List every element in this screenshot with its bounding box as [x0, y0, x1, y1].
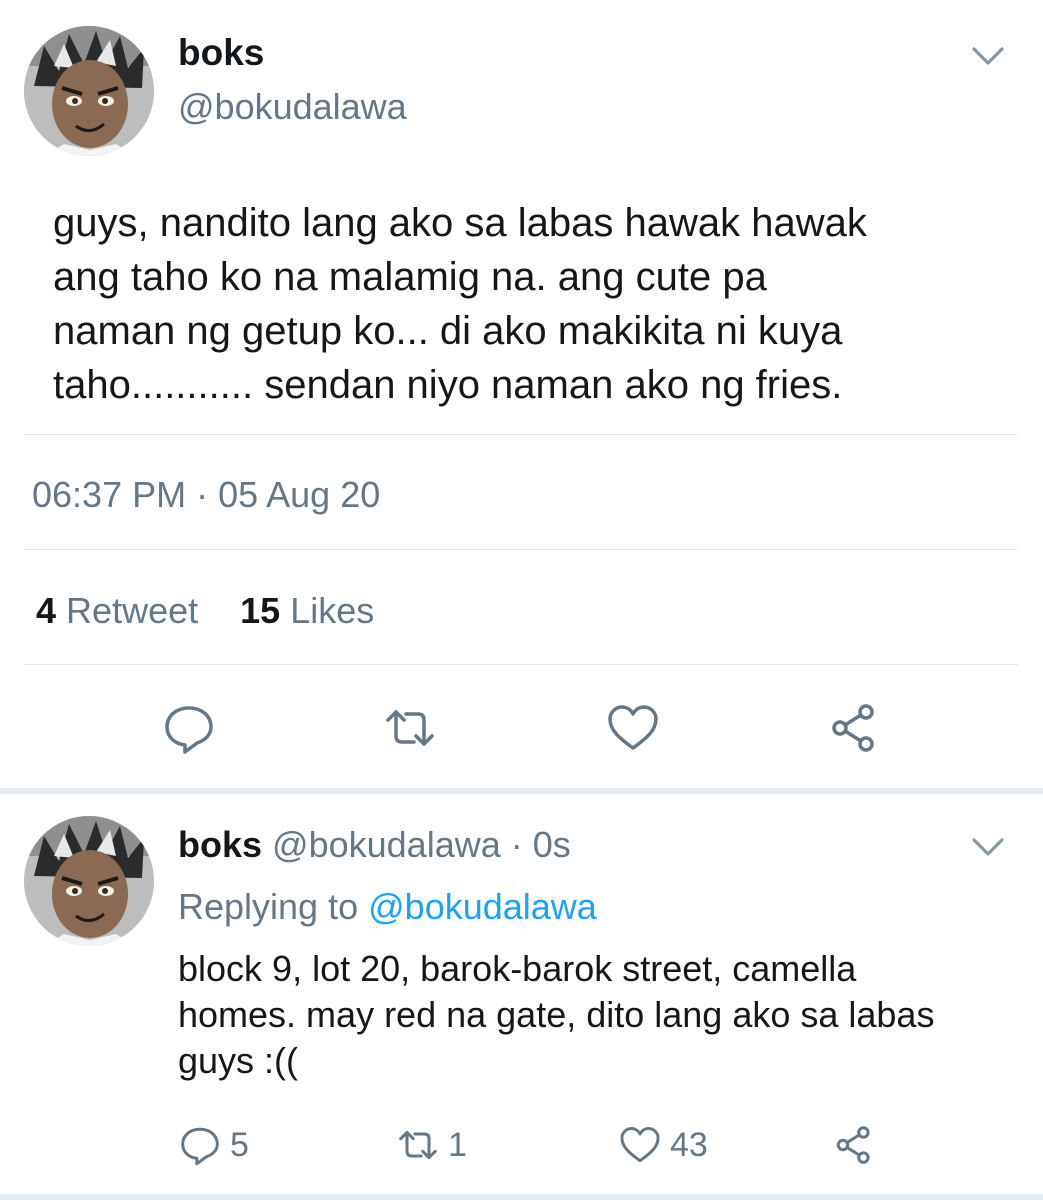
tweet-thread: boks @bokudalawa guys, nandito lang ako … — [0, 0, 1043, 1200]
replying-prefix: Replying to — [178, 886, 359, 927]
retweet-button[interactable] — [382, 700, 438, 756]
divider — [24, 434, 1018, 435]
reply-button[interactable] — [161, 700, 217, 756]
divider — [24, 549, 1018, 550]
reply-icon — [165, 706, 213, 754]
tweet-stats: 4 Retweet 15 Likes — [36, 590, 374, 632]
avatar[interactable] — [24, 26, 154, 156]
divider — [24, 664, 1018, 665]
mention-link[interactable]: @bokudalawa — [368, 886, 597, 927]
display-name[interactable]: boks — [178, 32, 264, 74]
like-button[interactable]: 43 — [618, 1122, 708, 1168]
display-name[interactable]: boks — [178, 824, 262, 865]
reply-count: 5 — [230, 1125, 249, 1164]
heart-icon — [608, 705, 658, 750]
retweet-count: 4 — [36, 590, 57, 631]
share-button[interactable] — [826, 700, 882, 756]
retweet-count: 1 — [448, 1125, 467, 1164]
reply-header: boks @bokudalawa · 0s — [178, 824, 571, 866]
like-stat[interactable]: 15 Likes — [230, 590, 374, 631]
avatar[interactable] — [24, 816, 154, 946]
thread-separator — [0, 1194, 1043, 1200]
share-button[interactable] — [832, 1122, 876, 1168]
share-icon — [832, 704, 874, 752]
user-handle[interactable]: @bokudalawa — [178, 86, 407, 128]
avatar-icon — [24, 816, 154, 946]
share-icon — [836, 1126, 870, 1164]
retweet-icon — [386, 710, 434, 746]
avatar-icon — [24, 26, 154, 156]
reply-icon — [181, 1127, 219, 1166]
chevron-down-icon — [972, 47, 1004, 65]
handle-time[interactable]: @bokudalawa · 0s — [272, 824, 571, 865]
like-count: 15 — [240, 590, 281, 631]
like-count: 43 — [670, 1125, 708, 1164]
tweet-timestamp[interactable]: 06:37 PM · 05 Aug 20 — [32, 474, 380, 516]
tweet-menu-button[interactable] — [971, 45, 1005, 67]
heart-icon — [620, 1127, 660, 1163]
like-label: Likes — [290, 590, 375, 631]
reply-button[interactable]: 5 — [178, 1122, 249, 1168]
replying-to: Replying to @bokudalawa — [178, 886, 597, 928]
tweet-menu-button[interactable] — [971, 836, 1005, 858]
retweet-button[interactable]: 1 — [396, 1122, 467, 1168]
like-button[interactable] — [605, 700, 661, 756]
chevron-down-icon — [972, 838, 1004, 856]
main-tweet: boks @bokudalawa guys, nandito lang ako … — [0, 0, 1043, 790]
retweet-label: Retweet — [66, 590, 199, 631]
retweet-stat[interactable]: 4 Retweet — [36, 590, 208, 631]
tweet-text: guys, nandito lang ako sa labas hawak ha… — [53, 201, 867, 407]
thread-separator — [0, 788, 1043, 794]
retweet-icon — [399, 1130, 437, 1160]
reply-text: block 9, lot 20, barok-barok street, cam… — [178, 948, 935, 1081]
